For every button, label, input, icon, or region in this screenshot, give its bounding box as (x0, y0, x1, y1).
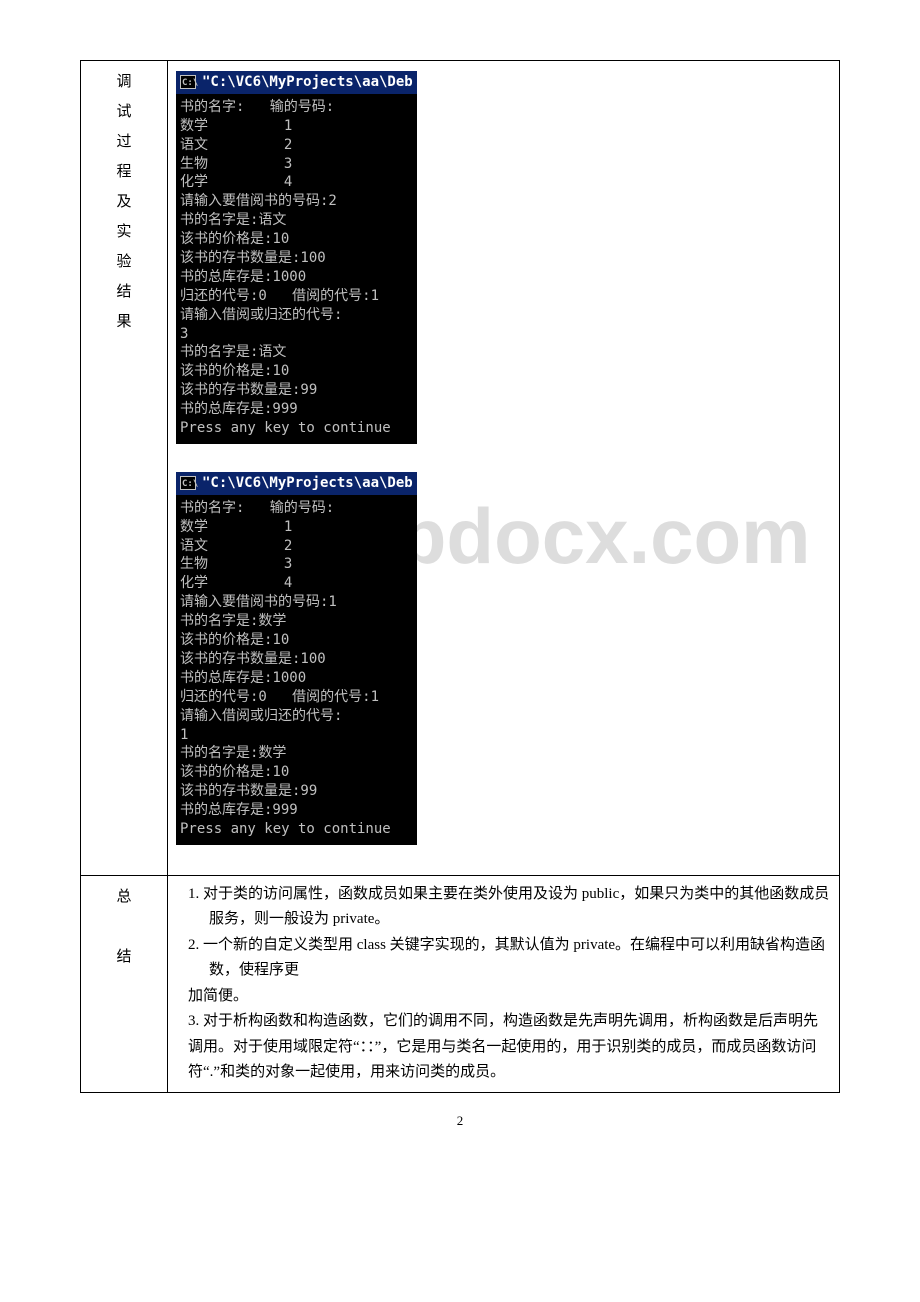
summary-point-2: 2. 一个新的自定义类型用 class 关键字实现的，其默认值为 private… (176, 933, 831, 984)
row-label-summary: 总 结 (81, 875, 168, 1092)
console-output: 书的名字: 输的号码: 数学 1 语文 2 生物 3 化学 4 请输入要借阅书的… (176, 495, 417, 845)
page-number: 2 (80, 1113, 840, 1129)
console-screenshot-1: C:\ "C:\VC6\MyProjects\aa\Deb 书的名字: 输的号码… (176, 71, 417, 444)
document-table: 调试过程及实验结果 www.bdocx.com C:\ "C:\VC6\MyPr… (80, 60, 840, 1093)
console-title-bar: C:\ "C:\VC6\MyProjects\aa\Deb (176, 71, 417, 94)
summary-label-text: 总 结 (89, 882, 159, 972)
debug-label-text: 调试过程及实验结果 (89, 67, 159, 337)
summary-point-2b: 加简便。 (176, 984, 831, 1010)
console-title-text: "C:\VC6\MyProjects\aa\Deb (202, 474, 413, 493)
debug-content-cell: www.bdocx.com C:\ "C:\VC6\MyProjects\aa\… (168, 61, 840, 876)
cmd-icon: C:\ (180, 476, 196, 490)
summary-content-cell: 1. 对于类的访问属性，函数成员如果主要在类外使用及设为 public，如果只为… (168, 875, 840, 1092)
summary-point-1: 1. 对于类的访问属性，函数成员如果主要在类外使用及设为 public，如果只为… (176, 882, 831, 933)
row-label-debug: 调试过程及实验结果 (81, 61, 168, 876)
console-screenshot-2: C:\ "C:\VC6\MyProjects\aa\Deb 书的名字: 输的号码… (176, 472, 417, 845)
cmd-icon: C:\ (180, 75, 196, 89)
console-output: 书的名字: 输的号码: 数学 1 语文 2 生物 3 化学 4 请输入要借阅书的… (176, 94, 417, 444)
summary-point-3: 3. 对于析构函数和构造函数，它们的调用不同，构造函数是先声明先调用，析构函数是… (176, 1009, 831, 1086)
console-title-bar: C:\ "C:\VC6\MyProjects\aa\Deb (176, 472, 417, 495)
console-title-text: "C:\VC6\MyProjects\aa\Deb (202, 73, 413, 92)
